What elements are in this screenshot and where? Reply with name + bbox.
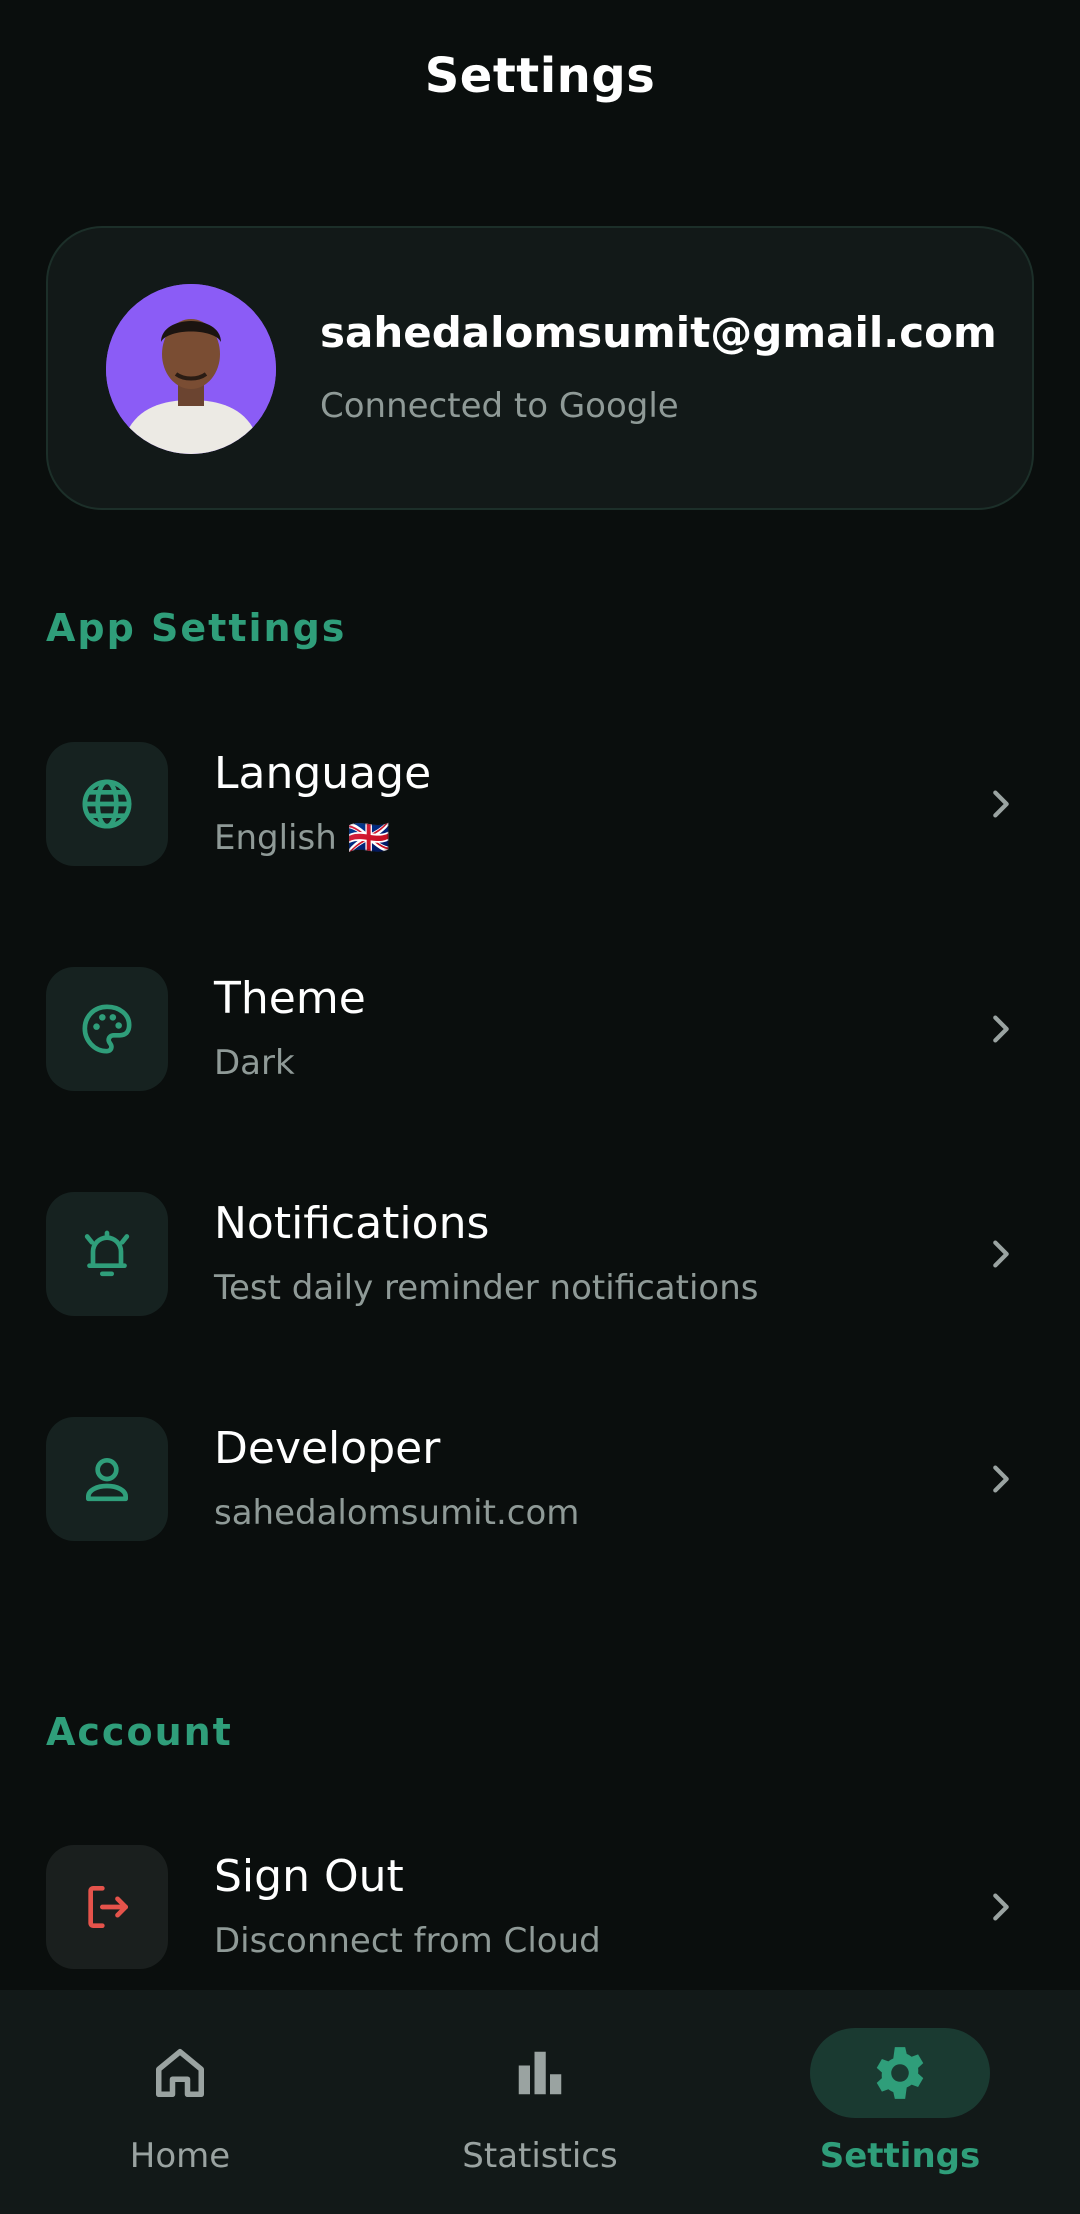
row-title: Language (214, 748, 432, 799)
nav-item-home[interactable]: Home (0, 1990, 360, 2214)
palette-icon (82, 1004, 132, 1054)
home-icon (156, 2049, 204, 2097)
row-title: Theme (214, 973, 366, 1024)
nav-label: Settings (819, 2136, 981, 2176)
theme-icon-box (46, 967, 168, 1091)
settings-row-language[interactable]: Language English 🇬🇧 (0, 742, 1080, 868)
profile-status: Connected to Google (320, 386, 679, 426)
gear-icon (876, 2047, 924, 2099)
avatar (106, 284, 276, 454)
nav-item-statistics[interactable]: Statistics (360, 1990, 720, 2214)
nav-pill-active (810, 2028, 990, 2118)
row-subtitle: Test daily reminder notifications (214, 1268, 759, 1308)
section-label-account: Account (46, 1710, 233, 1754)
nav-label: Statistics (462, 2136, 618, 2176)
chevron-right-icon (993, 1015, 1009, 1043)
settings-row-developer[interactable]: Developer sahedalomsumit.com (0, 1417, 1080, 1543)
language-icon-box (46, 742, 168, 866)
notifications-icon-box (46, 1192, 168, 1316)
nav-item-settings[interactable]: Settings (720, 1990, 1080, 2214)
sign-out-icon-box (46, 1845, 168, 1969)
developer-icon-box (46, 1417, 168, 1541)
chevron-right-icon (993, 1465, 1009, 1493)
chevron-right-icon (993, 1240, 1009, 1268)
bar-chart-icon (518, 2051, 562, 2095)
row-subtitle: Dark (214, 1043, 295, 1083)
profile-email: sahedalomsumit@gmail.com (320, 308, 997, 357)
profile-card[interactable]: sahedalomsumit@gmail.com Connected to Go… (46, 226, 1034, 510)
bell-ringing-icon (84, 1230, 130, 1277)
chevron-right-icon (993, 790, 1009, 818)
chevron-right-icon (993, 1893, 1009, 1921)
person-icon (86, 1458, 128, 1502)
page-title: Settings (424, 48, 656, 104)
settings-row-notifications[interactable]: Notifications Test daily reminder notifi… (0, 1192, 1080, 1318)
row-title: Sign Out (214, 1851, 404, 1902)
row-title: Developer (214, 1423, 441, 1474)
nav-label: Home (129, 2136, 231, 2176)
settings-row-theme[interactable]: Theme Dark (0, 967, 1080, 1093)
logout-icon (88, 1886, 128, 1928)
row-subtitle: sahedalomsumit.com (214, 1493, 580, 1533)
section-label-app-settings: App Settings (46, 606, 347, 650)
row-subtitle: Disconnect from Cloud (214, 1921, 601, 1961)
settings-row-sign-out[interactable]: Sign Out Disconnect from Cloud (0, 1845, 1080, 1971)
nav-pill (450, 2028, 630, 2118)
row-subtitle: English 🇬🇧 (214, 818, 390, 858)
nav-pill (90, 2028, 270, 2118)
row-title: Notifications (214, 1198, 490, 1249)
globe-icon (82, 779, 132, 829)
bottom-navigation: Home Statistics Settings (0, 1990, 1080, 2214)
